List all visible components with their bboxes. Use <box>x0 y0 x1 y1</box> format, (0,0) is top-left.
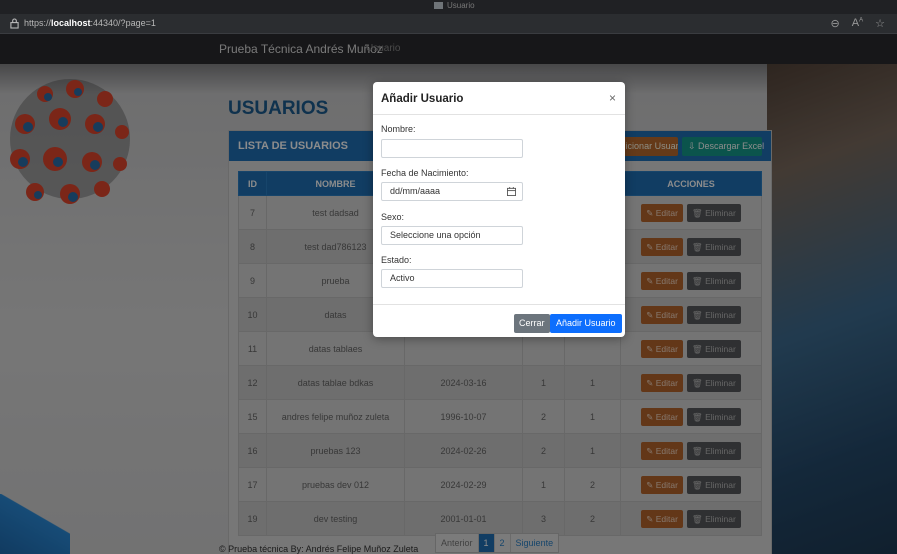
state-label: Estado: <box>381 255 412 265</box>
read-aloud-icon[interactable]: AA <box>852 17 863 30</box>
calendar-icon[interactable] <box>507 187 516 196</box>
sex-label: Sexo: <box>381 212 405 222</box>
lock-icon[interactable] <box>10 18 19 29</box>
tab-title: Usuario <box>447 1 475 10</box>
browser-tab[interactable]: Usuario <box>434 1 475 10</box>
url-text[interactable]: https://localhost:44340/?page=1 <box>24 18 156 28</box>
close-icon[interactable]: × <box>609 91 616 105</box>
submit-user-button[interactable]: Añadir Usuario <box>550 314 622 333</box>
address-bar[interactable]: https://localhost:44340/?page=1 ⊖ AA ☆ <box>0 14 897 34</box>
favorite-icon[interactable]: ☆ <box>875 17 885 30</box>
state-select[interactable]: Activo <box>381 269 523 288</box>
browser-tabstrip: Usuario <box>0 0 897 14</box>
birth-date-placeholder: dd/mm/aaaa <box>390 186 441 196</box>
birth-date-label: Fecha de Nacimiento: <box>381 168 469 178</box>
modal-footer: Cerrar Añadir Usuario <box>373 304 625 337</box>
add-user-modal: Añadir Usuario × Nombre: Fecha de Nacimi… <box>373 82 625 337</box>
name-field[interactable] <box>381 139 523 158</box>
page: Prueba Técnica Andrés Muñoz Usuario USUA… <box>0 34 897 554</box>
birth-date-field[interactable]: dd/mm/aaaa <box>381 182 523 201</box>
modal-header: Añadir Usuario × <box>373 82 625 115</box>
modal-title: Añadir Usuario <box>381 93 464 105</box>
name-label: Nombre: <box>381 124 416 134</box>
close-button[interactable]: Cerrar <box>514 314 550 333</box>
zoom-icon[interactable]: ⊖ <box>831 17 840 30</box>
sex-select[interactable]: Seleccione una opción <box>381 226 523 245</box>
tab-favicon-icon <box>434 2 443 9</box>
